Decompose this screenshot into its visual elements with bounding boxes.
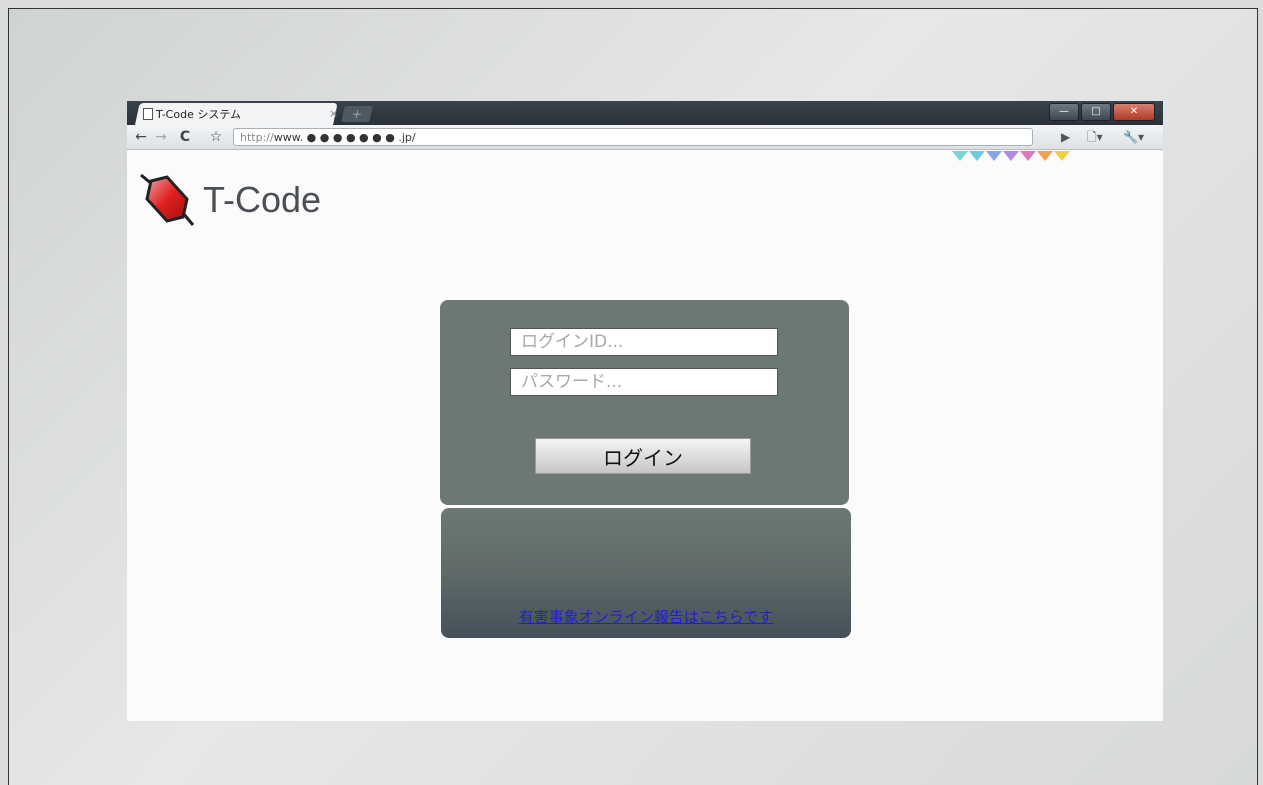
browser-window: T-Code システム × + — □ ✕ ← → C ☆ http://www… — [127, 101, 1163, 721]
reload-icon[interactable]: C — [177, 128, 193, 146]
window-controls: — □ ✕ — [1049, 103, 1155, 121]
browser-tab[interactable]: T-Code システム × — [143, 103, 338, 125]
minimize-button[interactable]: — — [1049, 103, 1079, 121]
report-panel: 有害事象オンライン報告はこちらです — [441, 508, 851, 638]
page-icon — [143, 108, 153, 120]
ribbon-triangle — [952, 151, 968, 161]
login-id-input[interactable] — [510, 328, 778, 356]
color-ribbon-decoration — [952, 151, 1070, 161]
adverse-event-report-link[interactable]: 有害事象オンライン報告はこちらです — [441, 606, 851, 627]
t-code-logo-icon — [140, 173, 195, 226]
ribbon-triangle — [969, 151, 985, 161]
login-button[interactable]: ログイン — [535, 438, 751, 474]
forward-arrow-icon[interactable]: → — [153, 128, 169, 146]
ribbon-triangle — [1003, 151, 1019, 161]
wrench-menu-icon[interactable]: 🔧▾ — [1123, 128, 1144, 146]
new-tab-button[interactable]: + — [341, 106, 373, 122]
close-window-button[interactable]: ✕ — [1113, 103, 1155, 121]
tab-close-icon[interactable]: × — [329, 107, 338, 120]
ribbon-triangle — [1020, 151, 1036, 161]
play-icon[interactable]: ▶ — [1061, 128, 1070, 146]
url-text: www. ● ● ● ● ● ● ● .jp/ — [273, 131, 416, 144]
url-scheme: http:// — [240, 131, 274, 144]
tab-title: T-Code システム — [156, 108, 242, 121]
password-input[interactable] — [510, 368, 778, 396]
tab-strip: T-Code システム × + — □ ✕ — [127, 101, 1163, 125]
ribbon-triangle — [1054, 151, 1070, 161]
browser-toolbar: ← → C ☆ http://www. ● ● ● ● ● ● ● .jp/ ▶… — [127, 125, 1163, 150]
ribbon-triangle — [1037, 151, 1053, 161]
ribbon-triangle — [986, 151, 1002, 161]
maximize-button[interactable]: □ — [1081, 103, 1111, 121]
app-logo-text: T-Code — [203, 179, 322, 220]
address-bar[interactable]: http://www. ● ● ● ● ● ● ● .jp/ — [233, 128, 1033, 146]
bookmark-star-icon[interactable]: ☆ — [207, 128, 225, 146]
page-menu-icon[interactable]: 🗋▾ — [1087, 128, 1103, 146]
login-panel: ログイン — [440, 300, 849, 505]
screenshot-frame: T-Code システム × + — □ ✕ ← → C ☆ http://www… — [8, 8, 1258, 785]
back-arrow-icon[interactable]: ← — [133, 128, 149, 146]
